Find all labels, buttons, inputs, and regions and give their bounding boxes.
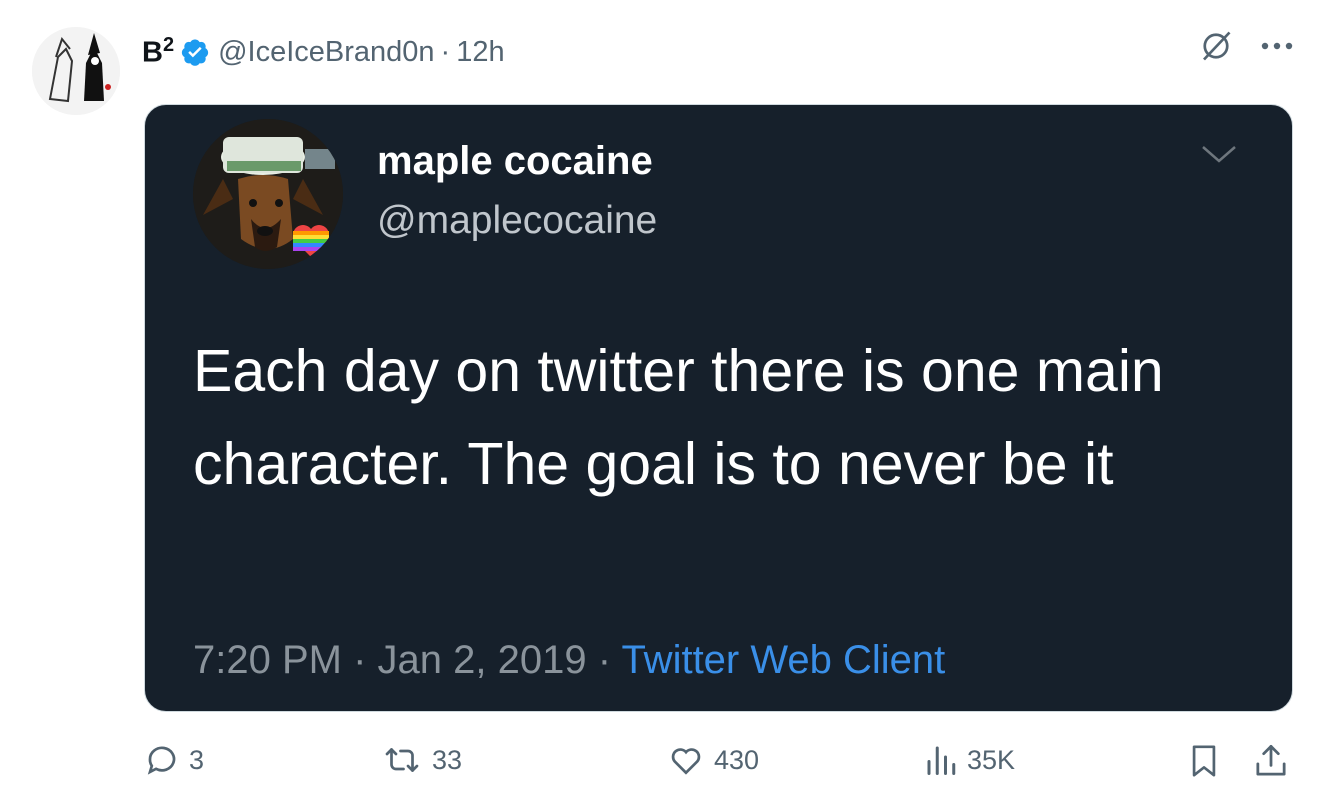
- views-button[interactable]: 35K: [923, 742, 1015, 778]
- views-icon: [927, 746, 956, 775]
- tweet-header: B2 @IceIceBrand0n · 12h: [142, 30, 505, 74]
- author-handle[interactable]: @IceIceBrand0n: [218, 36, 434, 69]
- repost-button[interactable]: 33: [380, 742, 462, 778]
- quoted-author-handle: @maplecocaine: [377, 199, 658, 242]
- like-icon: [671, 748, 701, 775]
- author-name[interactable]: B2: [142, 34, 174, 70]
- reply-button[interactable]: 3: [143, 742, 204, 778]
- repost-icon: [385, 748, 419, 772]
- quoted-client: Twitter Web Client: [621, 638, 946, 682]
- quoted-tweet-meta: 7:20 PM · Jan 2, 2019 · Twitter Web Clie…: [193, 638, 945, 683]
- header-actions: [1198, 28, 1294, 64]
- chevron-down-icon: [1202, 146, 1236, 163]
- tweet-actions: 3 33 430 35K: [143, 742, 1293, 786]
- quoted-tweet-text: Each day on twitter there is one main ch…: [193, 338, 1164, 497]
- quoted-avatar: [193, 119, 343, 269]
- quoted-time: 7:20 PM: [193, 638, 342, 682]
- bookmark-icon: [1192, 745, 1216, 777]
- reply-count: 3: [189, 744, 205, 775]
- share-button[interactable]: [1253, 742, 1289, 780]
- quoted-author-name: maple cocaine: [377, 139, 653, 183]
- views-count: 35K: [967, 744, 1016, 775]
- more-icon[interactable]: [1260, 41, 1294, 51]
- tweet-time[interactable]: 12h: [456, 36, 504, 69]
- verified-badge-icon: [181, 39, 209, 66]
- meta-separator: ·: [597, 638, 612, 682]
- repost-count: 33: [432, 744, 463, 775]
- reply-icon: [147, 746, 176, 775]
- quoted-date: Jan 2, 2019: [377, 638, 587, 682]
- meta-separator: ·: [353, 638, 367, 682]
- share-icon: [1256, 744, 1286, 776]
- quoted-tweet-screenshot[interactable]: maple cocaine @maplecocaine Each day on …: [144, 104, 1293, 712]
- like-count: 430: [714, 744, 760, 775]
- like-button[interactable]: 430: [666, 742, 759, 778]
- grok-icon[interactable]: [1198, 28, 1234, 64]
- author-avatar[interactable]: [32, 27, 120, 115]
- separator-dot: ·: [440, 35, 451, 68]
- bookmark-button[interactable]: [1187, 742, 1221, 780]
